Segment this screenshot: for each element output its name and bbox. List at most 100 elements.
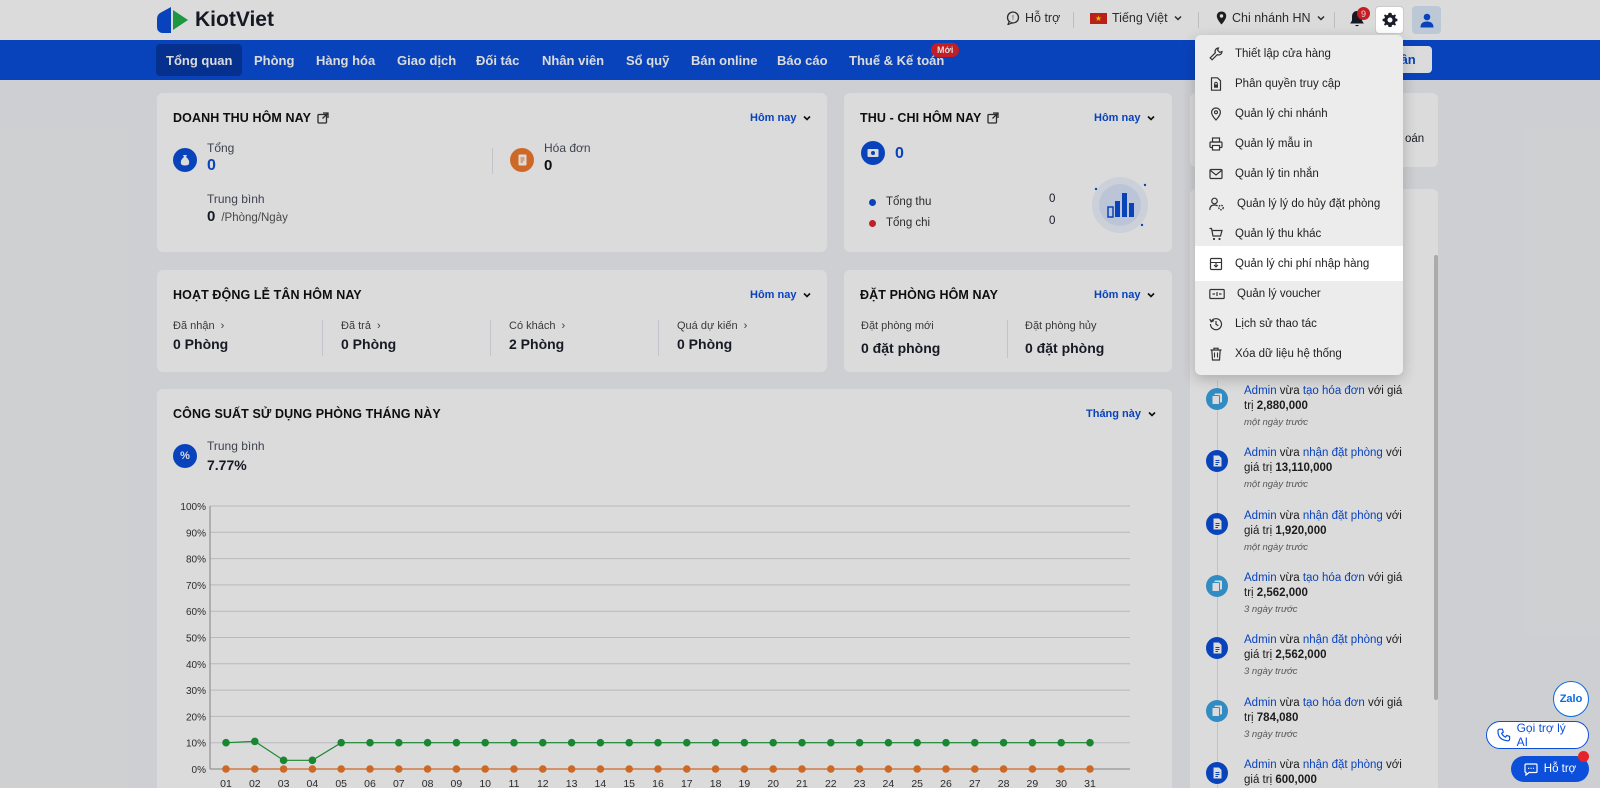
activity-text: Admin vừa tạo hóa đơn với giá trị 784,08… — [1244, 696, 1414, 726]
menu-item-delete-data[interactable]: Xóa dữ liệu hệ thống — [1195, 339, 1403, 369]
activity-amount: 2,562,000 — [1256, 587, 1308, 599]
settings-button-active[interactable] — [1375, 6, 1404, 34]
menu-item-voucher[interactable]: Quản lý voucher — [1195, 279, 1403, 309]
language-select[interactable]: ★ Tiếng Việt — [1090, 11, 1183, 25]
activity-verb: vừa — [1276, 759, 1303, 771]
x-tick-label: 04 — [307, 778, 319, 788]
trash-icon — [1210, 347, 1222, 361]
nav-bao-cao[interactable]: Báo cáo — [767, 44, 838, 76]
activity-actor-link[interactable]: Admin — [1244, 634, 1277, 646]
ai-assistant-button[interactable]: Gọi trợ lý AI — [1486, 721, 1589, 749]
divider — [492, 148, 493, 174]
activity-verb: vừa — [1276, 697, 1303, 709]
booking-new-label: Đặt phòng mới — [861, 320, 934, 332]
activity-amount: 13,110,000 — [1275, 462, 1333, 474]
invoice-copy-icon — [1206, 388, 1228, 410]
data-point — [251, 737, 259, 746]
data-point — [279, 765, 288, 773]
data-point — [596, 765, 605, 773]
activity-actor-link[interactable]: Admin — [1244, 572, 1277, 584]
x-tick-label: 15 — [623, 778, 635, 788]
nav-hang-hoa[interactable]: Hàng hóa — [306, 44, 385, 76]
activity-action-link[interactable]: nhận đặt phòng — [1303, 447, 1383, 459]
nav-doi-tac[interactable]: Đối tác — [466, 44, 529, 76]
activity-actor-link[interactable]: Admin — [1244, 510, 1277, 522]
data-point — [366, 738, 374, 747]
data-point — [452, 738, 461, 747]
chevron-down-icon — [1147, 292, 1156, 298]
nav-giao-dich[interactable]: Giao dịch — [387, 44, 466, 76]
activity-action-link[interactable]: tạo hóa đơn — [1303, 572, 1365, 584]
chevron-right-icon: › — [561, 320, 566, 332]
menu-item-permissions[interactable]: Phân quyền truy cập — [1195, 69, 1403, 99]
external-link-icon[interactable] — [987, 112, 1000, 124]
x-tick-label: 25 — [911, 778, 923, 788]
brand-name: KiotViet — [195, 8, 274, 31]
frontdesk-checked-out[interactable]: Đã trả › 0 Phòng — [341, 320, 396, 352]
data-point — [423, 738, 432, 747]
data-point — [827, 738, 835, 747]
menu-item-print-templates[interactable]: Quản lý mẫu in — [1195, 129, 1403, 159]
support-link[interactable]: ! Hỗ trợ — [1006, 11, 1060, 25]
activity-action-link[interactable]: nhận đặt phòng — [1303, 510, 1383, 522]
frontdesk-occupied[interactable]: Có khách › 2 Phòng — [509, 320, 565, 352]
support-chat-button[interactable]: Hỗ trợ — [1511, 756, 1589, 782]
activity-time: 3 ngày trước — [1244, 666, 1298, 677]
expense-dot — [869, 219, 876, 227]
booking-period-select[interactable]: Hôm nay — [1094, 289, 1156, 301]
printer-icon — [1209, 137, 1223, 151]
frontdesk-checked-in[interactable]: Đã nhận › 0 Phòng — [173, 320, 228, 352]
activity-text: Admin vừa nhận đặt phòng với giá trị 600… — [1244, 758, 1414, 788]
data-point — [308, 765, 317, 773]
activity-action-link[interactable]: tạo hóa đơn — [1303, 385, 1365, 397]
activity-scrollbar[interactable] — [1434, 255, 1438, 700]
revenue-avg-value: 0 — [207, 208, 216, 225]
data-point — [683, 738, 691, 747]
y-tick-label: 80% — [186, 555, 206, 566]
nav-nhan-vien[interactable]: Nhân viên — [532, 44, 614, 76]
kiotviet-logo[interactable]: KiotViet — [157, 5, 274, 35]
menu-item-import-costs-hover[interactable]: Quản lý chi phí nhập hàng — [1195, 246, 1403, 281]
data-point — [1057, 765, 1065, 773]
divider — [658, 320, 659, 356]
activity-action-link[interactable]: tạo hóa đơn — [1303, 697, 1365, 709]
data-point — [1028, 738, 1037, 747]
nav-ban-online[interactable]: Bán online — [681, 44, 767, 76]
booking-doc-icon — [1206, 637, 1228, 659]
user-account-button[interactable] — [1412, 6, 1441, 34]
data-point — [855, 738, 864, 747]
data-point — [827, 765, 835, 773]
menu-item-branches[interactable]: Quản lý chi nhánh — [1195, 99, 1403, 129]
activity-actor-link[interactable]: Admin — [1244, 447, 1277, 459]
svg-text:!: ! — [1012, 15, 1014, 22]
activity-actor-link[interactable]: Admin — [1244, 759, 1277, 771]
menu-item-store-setup[interactable]: Thiết lập cửa hàng — [1195, 39, 1403, 69]
chevron-right-icon: › — [220, 320, 225, 332]
zalo-button[interactable]: Zalo — [1553, 681, 1589, 717]
menu-item-other-income[interactable]: Quản lý thu khác — [1195, 219, 1403, 249]
branch-select[interactable]: Chi nhánh HN — [1216, 11, 1326, 25]
revenue-period-select[interactable]: Hôm nay — [750, 112, 812, 124]
activity-action-link[interactable]: nhận đặt phòng — [1303, 759, 1383, 771]
data-point — [510, 738, 518, 747]
frontdesk-overdue[interactable]: Quá dự kiến › 0 Phòng — [677, 320, 747, 352]
menu-item-messages[interactable]: Quản lý tin nhắn — [1195, 159, 1403, 189]
activity-actor-link[interactable]: Admin — [1244, 385, 1277, 397]
user-gear-icon — [1209, 197, 1224, 211]
activity-action-link[interactable]: nhận đặt phòng — [1303, 634, 1383, 646]
data-point — [625, 738, 633, 747]
menu-item-history[interactable]: Lịch sử thao tác — [1195, 309, 1403, 339]
cart-icon — [1209, 227, 1223, 241]
nav-phong[interactable]: Phòng — [244, 44, 304, 76]
frontdesk-period-select[interactable]: Hôm nay — [750, 289, 812, 301]
data-point — [395, 738, 403, 747]
activity-actor-link[interactable]: Admin — [1244, 697, 1277, 709]
data-point — [1086, 738, 1094, 747]
external-link-icon[interactable] — [317, 112, 329, 124]
cashflow-period-select[interactable]: Hôm nay — [1094, 112, 1156, 124]
menu-item-cancel-reasons[interactable]: Quản lý lý do hủy đặt phòng — [1195, 189, 1403, 219]
x-tick-label: 28 — [998, 778, 1010, 788]
nav-so-quy[interactable]: Sổ quỹ — [616, 44, 679, 76]
frontdesk-title: HOẠT ĐỘNG LỄ TÂN HÔM NAY — [173, 288, 362, 302]
nav-tong-quan[interactable]: Tổng quan — [156, 44, 243, 76]
